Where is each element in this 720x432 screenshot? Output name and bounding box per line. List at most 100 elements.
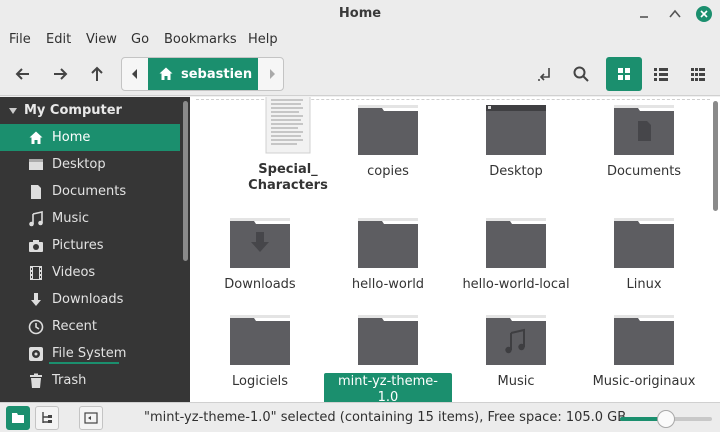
folder-icon [358, 105, 418, 155]
menu-edit[interactable]: Edit [46, 32, 71, 47]
forward-button[interactable] [45, 58, 75, 90]
sidebar-item-trash[interactable]: Trash [0, 367, 180, 394]
path-left-button[interactable] [122, 58, 147, 90]
folder-icon [358, 315, 418, 365]
grid-icon [618, 68, 630, 80]
minimize-icon[interactable] [635, 5, 653, 23]
sidebar-item-home[interactable]: Home [0, 124, 180, 151]
drive-icon [28, 346, 44, 362]
document-icon [28, 184, 44, 200]
file-name: Downloads [224, 277, 296, 292]
zoom-slider-knob[interactable] [657, 410, 675, 428]
menu-view[interactable]: View [86, 32, 117, 47]
menu-bar: File Edit View Go Bookmarks Help [0, 28, 720, 52]
folder-icon [614, 315, 674, 365]
file-item[interactable]: copies [324, 101, 452, 181]
sidebar-section-my-computer[interactable]: My Computer [8, 103, 122, 118]
file-item-selected[interactable]: mint-yz-theme-1.0 [324, 311, 452, 402]
trash-icon [28, 373, 44, 389]
file-name: hello-world [351, 277, 425, 292]
menu-file[interactable]: File [9, 32, 31, 47]
file-name: Desktop [489, 164, 543, 179]
file-item[interactable]: Documents [580, 101, 708, 181]
hide-sidebar-button[interactable] [79, 406, 103, 430]
path-current-button[interactable]: sebastien [148, 58, 258, 90]
file-item[interactable]: Music-originaux [580, 311, 708, 391]
menu-bookmarks[interactable]: Bookmarks [164, 32, 237, 47]
file-name: Logiciels [232, 374, 288, 389]
sidebar-item-label: Recent [52, 319, 97, 334]
close-icon[interactable] [695, 5, 713, 23]
compact-view-button[interactable] [680, 57, 716, 91]
sidebar-item-label: Desktop [52, 157, 106, 172]
triangle-left-icon [131, 69, 137, 79]
folder-small-icon [12, 413, 24, 423]
sidebar-item-label: Trash [52, 373, 87, 388]
sidebar-item-music[interactable]: Music [0, 205, 180, 232]
file-item[interactable]: Logiciels [196, 311, 324, 391]
up-button[interactable] [82, 58, 112, 90]
chevron-down-icon [9, 107, 17, 114]
file-name: Music [497, 374, 535, 389]
file-item[interactable]: hello-world [324, 214, 452, 294]
folder-music-icon [486, 315, 546, 365]
back-button[interactable] [8, 58, 38, 90]
sidebar-item-label: Home [52, 130, 91, 145]
menu-go[interactable]: Go [131, 32, 149, 47]
file-item[interactable]: hello-world-local [452, 214, 580, 294]
file-view: Special_ Characters copies Desktop Docum… [190, 97, 720, 402]
folder-documents-icon [614, 105, 674, 155]
menu-help[interactable]: Help [248, 32, 278, 47]
music-icon [28, 210, 44, 227]
arrow-up-icon [91, 66, 103, 81]
file-item[interactable]: Downloads [196, 214, 324, 294]
file-name: Linux [626, 277, 662, 292]
search-icon [573, 66, 589, 82]
sidebar-item-label: Videos [52, 265, 96, 280]
show-treeview-button[interactable] [35, 406, 59, 430]
search-button[interactable] [566, 58, 596, 90]
compact-list-icon [691, 68, 705, 81]
path-right-button[interactable] [259, 58, 283, 90]
location-entry-icon [538, 68, 550, 81]
file-item[interactable]: Linux [580, 214, 708, 294]
sidebar-item-desktop[interactable]: Desktop [0, 151, 180, 178]
sidebar-item-downloads[interactable]: Downloads [0, 286, 180, 313]
file-item[interactable]: Desktop [452, 101, 580, 181]
download-icon [28, 292, 44, 308]
text-file-icon [265, 97, 311, 154]
sidebar-item-label: File System [52, 346, 127, 361]
list-view-button[interactable] [643, 57, 679, 91]
icon-view-button[interactable] [606, 57, 642, 91]
sidebar-item-recent[interactable]: Recent [0, 313, 180, 340]
show-places-button[interactable] [6, 406, 30, 430]
maximize-icon[interactable] [666, 5, 684, 23]
clock-icon [28, 319, 44, 335]
file-name: hello-world-local [462, 277, 570, 292]
sidebar-item-label: Documents [52, 184, 127, 199]
path-bar: sebastien [121, 57, 284, 91]
file-item[interactable]: Music [452, 311, 580, 391]
sidebar: My Computer Home Desktop Documents Music… [0, 97, 190, 402]
arrow-left-icon [15, 68, 29, 80]
folder-desktop-icon [486, 105, 546, 155]
status-bar: "mint-yz-theme-1.0" selected (containing… [0, 402, 720, 432]
sidebar-item-documents[interactable]: Documents [0, 178, 180, 205]
file-name: mint-yz-theme-1.0 [324, 373, 452, 402]
folder-downloads-icon [230, 218, 290, 268]
sidebar-header-label: My Computer [24, 103, 122, 118]
path-current-label: sebastien [181, 66, 253, 82]
sidebar-item-pictures[interactable]: Pictures [0, 232, 180, 259]
folder-icon [486, 218, 546, 268]
zoom-slider[interactable] [620, 410, 712, 428]
triangle-right-icon [269, 69, 275, 79]
folder-icon [230, 315, 290, 365]
sidebar-item-label: Pictures [52, 238, 104, 253]
content-scrollbar[interactable] [713, 101, 718, 211]
sidebar-item-videos[interactable]: Videos [0, 259, 180, 286]
sidebar-scrollbar[interactable] [183, 101, 188, 261]
arrow-right-icon [54, 68, 68, 80]
toggle-location-button[interactable] [530, 58, 560, 90]
folder-icon [614, 218, 674, 268]
home-icon [28, 130, 44, 146]
